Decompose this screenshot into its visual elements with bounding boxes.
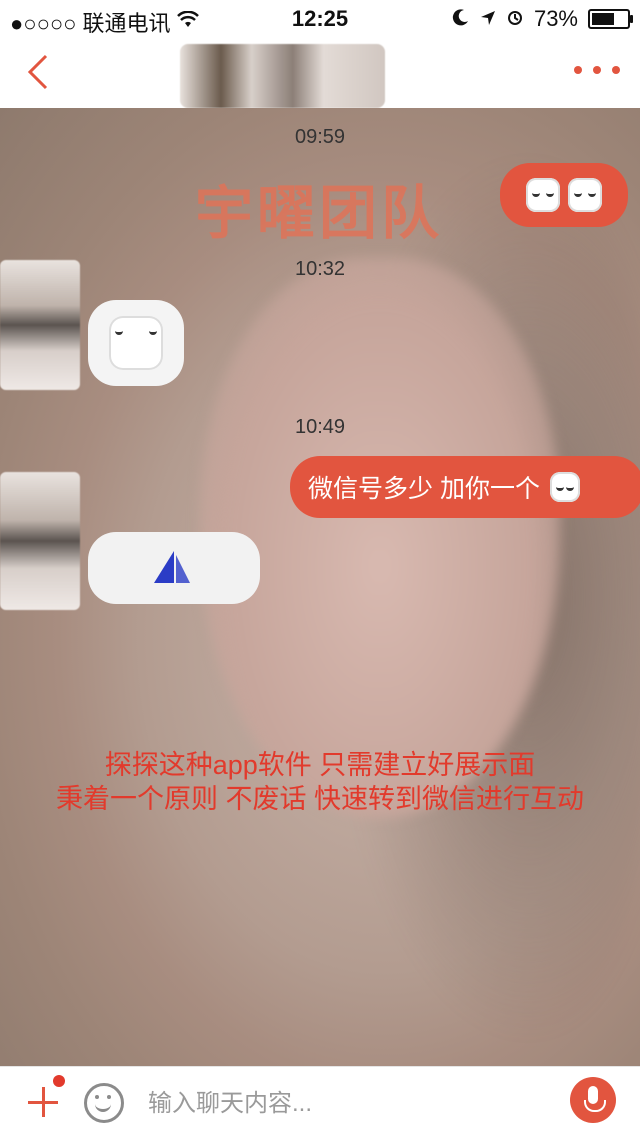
chat-area[interactable]: 09:59 宇曜团队 10:32 10:49 微信号多少 加你一个 探探这种ap… (0, 108, 640, 1066)
location-icon (480, 6, 496, 32)
smile-emoji-icon (568, 178, 602, 212)
caption-line-2: 秉着一个原则 不废话 快速转到微信进行互动 (55, 784, 584, 814)
more-button[interactable] (574, 60, 620, 80)
smile-emoji-icon (109, 316, 163, 370)
message-text: 微信号多少 加你一个 (308, 475, 540, 503)
background-photo-face (200, 258, 560, 818)
back-button[interactable] (20, 52, 60, 92)
battery-percent: 73% (533, 6, 578, 31)
status-right: 73% (452, 6, 633, 32)
nav-bar (0, 36, 640, 109)
more-dot (593, 66, 601, 74)
smile-emoji-icon (526, 178, 560, 212)
contact-name-blurred (180, 44, 385, 108)
moon-icon (452, 6, 470, 32)
outgoing-emoji-bubble[interactable] (500, 163, 628, 227)
microphone-icon[interactable] (570, 1077, 616, 1123)
tongue-emoji-icon (549, 472, 580, 502)
more-dot (612, 66, 620, 74)
plus-icon[interactable] (26, 1085, 60, 1119)
timestamp: 10:49 (294, 416, 346, 438)
image-thumbnail-icon (154, 551, 190, 583)
chevron-left-icon (27, 54, 48, 90)
chat-input[interactable] (146, 1085, 530, 1123)
more-dots-icon (574, 66, 582, 74)
watermark-text: 宇曜团队 (195, 181, 444, 246)
incoming-image-bubble[interactable] (88, 532, 260, 604)
alarm-icon (506, 6, 524, 32)
notification-dot (53, 1075, 65, 1087)
battery-fill (592, 13, 614, 25)
outgoing-text-bubble[interactable]: 微信号多少 加你一个 (290, 456, 640, 518)
timestamp: 09:59 (294, 126, 346, 148)
avatar[interactable] (0, 260, 80, 390)
battery-icon (588, 9, 633, 29)
incoming-emoji-bubble[interactable] (88, 300, 184, 386)
status-bar: ●○○○○ 联通电讯 12:25 73% (0, 0, 640, 36)
caption-line-1: 探探这种app软件 只需建立好展示面 (104, 750, 536, 780)
avatar[interactable] (0, 472, 80, 610)
smile-icon[interactable] (84, 1083, 124, 1123)
timestamp: 10:32 (294, 258, 346, 280)
input-bar (0, 1066, 640, 1139)
